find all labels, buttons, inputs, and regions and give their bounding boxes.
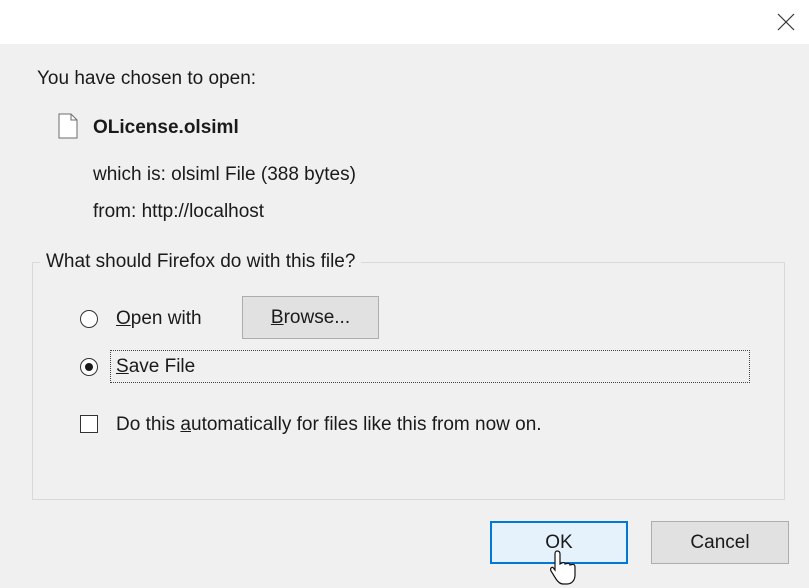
- intro-text: You have chosen to open:: [37, 68, 257, 89]
- auto-action-label[interactable]: Do this automatically for files like thi…: [116, 413, 542, 437]
- browse-accesskey: B: [270, 306, 284, 328]
- auto-action-label-after: utomatically for files like this from no…: [191, 414, 542, 435]
- open-with-label-rest: pen with: [130, 308, 202, 329]
- auto-action-checkbox[interactable]: [80, 415, 98, 433]
- close-icon: [777, 13, 795, 31]
- file-source-row: from: http://localhost: [93, 200, 264, 224]
- save-file-accesskey: S: [116, 356, 129, 377]
- open-with-radio[interactable]: [80, 310, 98, 328]
- open-with-accesskey: O: [116, 308, 131, 329]
- auto-action-accesskey: a: [180, 414, 191, 435]
- save-file-radio[interactable]: [80, 358, 98, 376]
- ok-button[interactable]: OK: [490, 521, 628, 564]
- file-type-row: which is: olsiml File (388 bytes): [93, 163, 356, 187]
- file-type-label: which is:: [93, 164, 166, 185]
- file-icon: [58, 113, 78, 139]
- save-file-radio-dot: [85, 363, 93, 371]
- save-file-label[interactable]: Save File: [116, 355, 195, 379]
- file-source-value: http://localhost: [141, 201, 265, 222]
- save-file-label-rest: ave File: [128, 356, 196, 377]
- close-button[interactable]: [763, 0, 809, 44]
- save-file-focus-outline: [110, 350, 750, 383]
- file-type-value: olsiml File (388 bytes): [171, 164, 356, 185]
- auto-action-label-before: Do this: [116, 414, 181, 435]
- browse-button[interactable]: Browse...: [242, 296, 379, 339]
- browse-label-rest: rowse...: [283, 306, 351, 328]
- file-source-label: from:: [93, 201, 137, 222]
- open-with-label[interactable]: Open with: [116, 307, 202, 331]
- title-bar: [0, 0, 809, 44]
- action-group-legend: What should Firefox do with this file?: [40, 250, 362, 274]
- cancel-button[interactable]: Cancel: [651, 521, 789, 564]
- file-name: OLicense.olsiml: [93, 117, 239, 138]
